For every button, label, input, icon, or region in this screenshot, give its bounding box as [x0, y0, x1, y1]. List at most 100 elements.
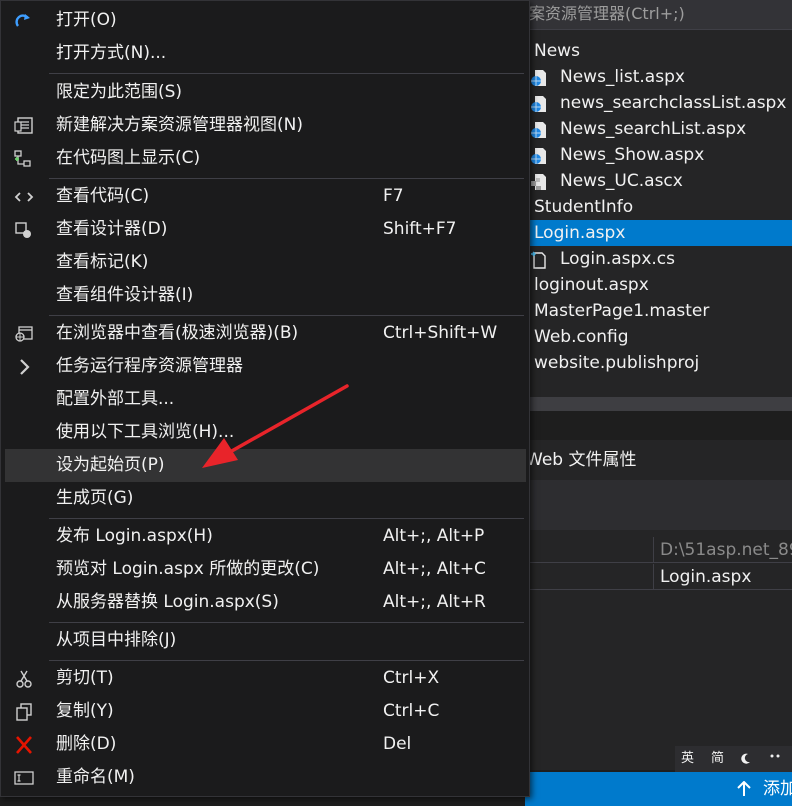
tree-item-news-folder[interactable]: News	[525, 38, 792, 64]
tree-item-label: Web.config	[534, 327, 629, 347]
tree-item-label: website.publishproj	[534, 353, 700, 373]
menu-item-copy[interactable]: 复制(Y) Ctrl+C	[2, 695, 529, 728]
menu-item-label: 打开(O)	[56, 10, 117, 30]
tree-item-file[interactable]: News_UC.ascx	[525, 168, 792, 194]
tree-item-file[interactable]: News_list.aspx	[525, 64, 792, 90]
tree-item-file[interactable]: News_searchList.aspx	[525, 116, 792, 142]
menu-item-task-runner-explorer[interactable]: 任务运行程序资源管理器	[2, 350, 529, 383]
menu-item-replace-from-server[interactable]: 从服务器替换 Login.aspx(S) Alt+;, Alt+R	[2, 586, 529, 619]
properties-header: Web 文件属性	[526, 450, 637, 470]
property-row[interactable]: D:\51asp.net_89	[525, 537, 792, 563]
menu-item-scope-to-this[interactable]: 限定为此范围(S)	[2, 76, 529, 109]
menu-item-view-in-browser[interactable]: 在浏览器中查看(极速浏览器)(B) Ctrl+Shift+W	[2, 317, 529, 350]
tree-item-publishproj[interactable]: website.publishproj	[525, 350, 792, 376]
ime-language-toggle[interactable]: 英	[681, 746, 694, 772]
redo-arrow-icon	[15, 14, 30, 27]
menu-item-label: 限定为此范围(S)	[56, 82, 183, 102]
menu-item-shortcut: Shift+F7	[383, 219, 457, 239]
tree-item-login-aspx-selected[interactable]: Login.aspx	[525, 220, 792, 246]
tree-item-label: News_Show.aspx	[560, 145, 705, 165]
menu-item-browse-with[interactable]: 使用以下工具浏览(H)...	[2, 416, 529, 449]
web-page-icon	[531, 70, 546, 86]
menu-separator	[49, 622, 524, 623]
menu-item-label: 设为起始页(P)	[56, 455, 165, 475]
tree-item-label: MasterPage1.master	[534, 301, 710, 321]
menu-item-view-code[interactable]: 查看代码(C) F7	[2, 180, 529, 213]
tree-item-label: Login.aspx.cs	[560, 249, 675, 269]
menu-item-cut[interactable]: 剪切(T) Ctrl+X	[2, 662, 529, 695]
menu-item-shortcut: Ctrl+C	[383, 701, 440, 721]
browser-icon	[15, 326, 33, 342]
menu-item-delete[interactable]: 删除(D) Del	[2, 728, 529, 761]
chevron-right-icon	[20, 359, 30, 375]
menu-item-label: 查看标记(K)	[56, 252, 149, 272]
scissors-icon	[16, 670, 32, 688]
menu-item-label: 配置外部工具...	[56, 389, 175, 409]
punctuation-icon[interactable]	[769, 753, 781, 761]
menu-item-label: 查看组件设计器(I)	[56, 285, 194, 305]
menu-item-open-with[interactable]: 打开方式(N)...	[2, 37, 529, 70]
menu-item-set-as-start-page[interactable]: 设为起始页(P)	[5, 449, 526, 482]
code-map-icon	[14, 150, 31, 167]
menu-item-view-markup[interactable]: 查看标记(K)	[2, 246, 529, 279]
menu-item-label: 在浏览器中查看(极速浏览器)(B)	[56, 323, 299, 343]
context-menu: 打开(O) 打开方式(N)... 限定为此范围(S) 新建解决方案资源管理器视图…	[0, 0, 530, 797]
menu-item-label: 打开方式(N)...	[56, 43, 167, 63]
menu-item-label: 预览对 Login.aspx 所做的更改(C)	[56, 559, 320, 579]
menu-item-view-designer[interactable]: 查看设计器(D) Shift+F7	[2, 213, 529, 246]
arrow-up-icon	[737, 781, 751, 796]
menu-item-label: 发布 Login.aspx(H)	[56, 526, 213, 546]
properties-panel: Web 文件属性 D:\51asp.net_89 Login.aspx	[525, 440, 792, 770]
menu-separator	[49, 73, 524, 74]
solution-explorer-search-input[interactable]: 案资源管理器(Ctrl+;)	[525, 0, 792, 30]
menu-item-label: 在代码图上显示(C)	[56, 148, 201, 168]
menu-item-label: 生成页(G)	[56, 488, 134, 508]
menu-item-shortcut: Alt+;, Alt+R	[383, 592, 486, 612]
menu-item-shortcut: F7	[383, 186, 404, 206]
menu-separator	[49, 315, 524, 316]
user-control-icon	[531, 174, 546, 190]
rename-icon	[14, 771, 34, 785]
ime-mode-toggle[interactable]: 简	[711, 746, 724, 772]
menu-item-label: 查看设计器(D)	[56, 219, 168, 239]
menu-item-rename[interactable]: 重命名(M)	[2, 761, 529, 794]
menu-item-shortcut: Ctrl+X	[383, 668, 440, 688]
menu-item-open[interactable]: 打开(O)	[2, 4, 529, 37]
menu-item-label: 复制(Y)	[56, 701, 114, 721]
tree-item-label: News_list.aspx	[560, 67, 685, 87]
menu-item-label: 删除(D)	[56, 734, 117, 754]
menu-item-show-on-code-map[interactable]: 在代码图上显示(C)	[2, 142, 529, 175]
menu-item-build-page[interactable]: 生成页(G)	[2, 482, 529, 515]
tree-item-label: news_searchclassList.aspx	[560, 93, 787, 113]
menu-item-new-explorer-view[interactable]: 新建解决方案资源管理器视图(N)	[2, 109, 529, 142]
tree-item-label: News_searchList.aspx	[560, 119, 747, 139]
menu-item-publish[interactable]: 发布 Login.aspx(H) Alt+;, Alt+P	[2, 520, 529, 553]
menu-separator	[49, 518, 524, 519]
menu-item-shortcut: Del	[383, 734, 412, 754]
tree-item-loginout[interactable]: loginout.aspx	[525, 272, 792, 298]
cs-file-icon	[531, 251, 546, 269]
tree-item-webconfig[interactable]: Web.config	[525, 324, 792, 350]
menu-item-shortcut: Alt+;, Alt+C	[383, 559, 486, 579]
tree-item-file[interactable]: Login.aspx.cs	[525, 246, 792, 272]
moon-icon[interactable]	[739, 753, 751, 765]
web-page-icon	[531, 148, 546, 164]
tree-item-studentinfo-folder[interactable]: StudentInfo	[525, 194, 792, 220]
tree-item-label: StudentInfo	[534, 197, 634, 217]
property-value: D:\51asp.net_89	[660, 540, 792, 560]
horizontal-scrollbar[interactable]	[525, 397, 792, 411]
menu-item-label: 使用以下工具浏览(H)...	[56, 422, 235, 442]
menu-item-view-component-designer[interactable]: 查看组件设计器(I)	[2, 279, 529, 312]
property-splitter[interactable]	[653, 564, 654, 590]
menu-item-exclude-from-project[interactable]: 从项目中排除(J)	[2, 624, 529, 657]
tree-item-file[interactable]: News_Show.aspx	[525, 142, 792, 168]
tree-item-file[interactable]: news_searchclassList.aspx	[525, 90, 792, 116]
status-add-to-source-control[interactable]: 添加	[763, 772, 792, 806]
menu-item-label: 任务运行程序资源管理器	[56, 356, 243, 376]
menu-item-configure-external-tools[interactable]: 配置外部工具...	[2, 383, 529, 416]
property-row[interactable]: Login.aspx	[525, 564, 792, 590]
tree-item-label: Login.aspx	[534, 223, 626, 243]
property-splitter[interactable]	[653, 537, 654, 563]
tree-item-masterpage[interactable]: MasterPage1.master	[525, 298, 792, 324]
menu-item-preview-changes[interactable]: 预览对 Login.aspx 所做的更改(C) Alt+;, Alt+C	[2, 553, 529, 586]
